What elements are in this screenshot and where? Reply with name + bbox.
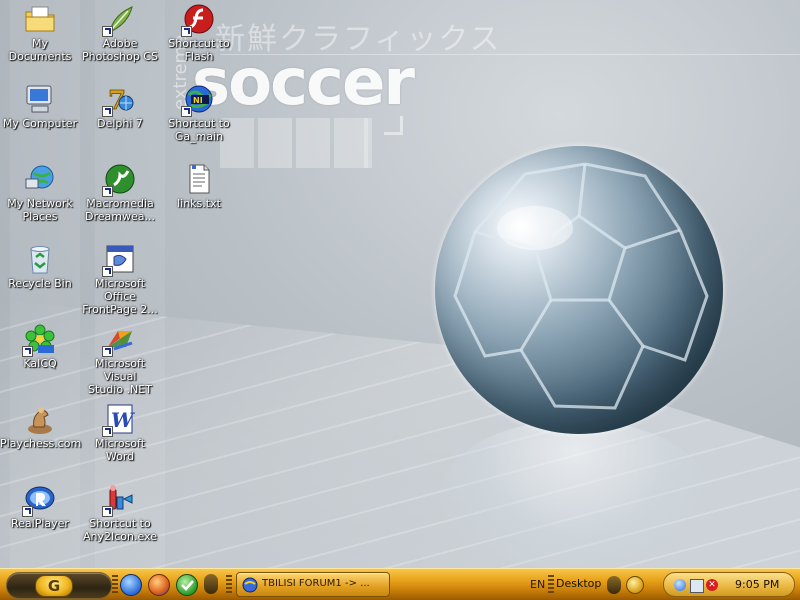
taskbar-button-tbilisi-forum[interactable]: TBILISI FORUM1 -> ...: [236, 572, 390, 597]
desktop-icon-my-computer[interactable]: My Computer: [0, 83, 80, 130]
desktop-icon-my-documents[interactable]: My Documents: [0, 3, 80, 63]
icon-label: Recycle Bin: [8, 277, 72, 290]
tray-network-icon[interactable]: [674, 579, 686, 591]
icon-label: My Computer: [2, 117, 78, 130]
desktop-icon-adobe-photoshop[interactable]: Adobe Photoshop CS: [80, 3, 160, 63]
shortcut-arrow-icon: [102, 26, 113, 37]
shortcut-arrow-icon: [181, 106, 192, 117]
delphi-icon: 7: [102, 83, 136, 117]
toolbar-grip[interactable]: [112, 575, 118, 595]
tray-security-alert-icon[interactable]: ✕: [706, 579, 718, 591]
quicklaunch-show-desktop-icon[interactable]: [120, 574, 142, 596]
wallpaper-block: [334, 118, 368, 168]
desktop-icon-microsoft-word[interactable]: W Microsoft Word: [80, 403, 160, 463]
icon-label: Shortcut to Any2Icon.exe: [82, 517, 157, 543]
icon-label: Shortcut to Flash: [168, 37, 230, 63]
quicklaunch-firefox-icon[interactable]: [148, 574, 170, 596]
photoshop-feather-icon: [102, 3, 136, 37]
browser-window-icon: [242, 577, 258, 593]
network-icon: [24, 163, 56, 195]
dreamweaver-icon: [102, 163, 136, 197]
wallpaper-block: [296, 118, 330, 168]
taskbar: G TBILISI FORUM1 -> ... EN Desktop ✕ 9:0…: [0, 568, 800, 600]
soccer-ball-image: [435, 146, 723, 434]
desktop-icon-any2icon[interactable]: Shortcut to Any2Icon.exe: [80, 483, 160, 543]
desktop-icon-dreamweaver[interactable]: Macromedia Dreamwea...: [80, 163, 160, 223]
chess-knight-icon: [24, 403, 56, 435]
start-button[interactable]: G: [6, 572, 112, 599]
wallpaper-block: [258, 118, 292, 168]
start-orb-icon: G: [35, 575, 73, 597]
icon-label: Playchess.com: [0, 437, 82, 450]
icon-label: Microsoft Office FrontPage 2...: [82, 277, 158, 316]
folder-documents-icon: [24, 3, 56, 35]
flash-icon: [181, 3, 215, 37]
svg-text:NI: NI: [193, 96, 203, 105]
desktop-icon-shortcut-ga-main[interactable]: NI Shortcut to Ga_main: [159, 83, 239, 143]
language-indicator[interactable]: EN: [530, 578, 545, 591]
desktop-icon-visual-studio[interactable]: Microsoft Visual Studio .NET: [80, 323, 160, 396]
icq-flower-icon: [22, 323, 56, 357]
toolbar-chevron-icon[interactable]: [626, 576, 644, 594]
quicklaunch-checkmark-icon[interactable]: [176, 574, 198, 596]
toolbar-grip[interactable]: [226, 575, 232, 595]
ball-reflection: [440, 420, 710, 568]
shortcut-arrow-icon: [102, 266, 113, 277]
icon-label: Shortcut to Ga_main: [168, 117, 230, 143]
quicklaunch-media-icon[interactable]: [204, 574, 218, 594]
desktop-icon-playchess[interactable]: Playchess.com: [0, 403, 82, 450]
tray-volume-icon[interactable]: [690, 579, 704, 593]
shortcut-arrow-icon: [102, 106, 113, 117]
shortcut-arrow-icon: [22, 506, 33, 517]
icon-label: Microsoft Word: [94, 437, 146, 463]
ni-globe-icon: NI: [181, 83, 215, 117]
shortcut-arrow-icon: [102, 506, 113, 517]
desktop-icon-delphi[interactable]: 7 Delphi 7: [80, 83, 160, 130]
desktop-icon-links-txt[interactable]: links.txt: [159, 163, 239, 210]
shortcut-arrow-icon: [22, 346, 33, 357]
word-icon: W: [102, 403, 136, 437]
icon-label: KaICQ: [23, 357, 57, 370]
desktop-icon-my-network-places[interactable]: My Network Places: [0, 163, 80, 223]
desktop[interactable]: 新鮮クラフィックス extreme soccer My Documents My…: [0, 0, 800, 568]
text-file-icon: [183, 163, 215, 195]
shortcut-arrow-icon: [102, 346, 113, 357]
recycle-bin-icon: [24, 243, 56, 275]
toolbar-media-icon[interactable]: [607, 576, 621, 594]
icon-label: Delphi 7: [97, 117, 143, 130]
wallpaper-arrow-icon: [384, 116, 403, 135]
desktop-icon-frontpage[interactable]: Microsoft Office FrontPage 2...: [80, 243, 160, 316]
desktop-icon-realplayer[interactable]: RealPlayer: [0, 483, 80, 530]
shortcut-arrow-icon: [102, 426, 113, 437]
icon-label: Macromedia Dreamwea...: [85, 197, 155, 223]
frontpage-icon: [102, 243, 136, 277]
visual-studio-icon: [102, 323, 136, 357]
icon-label: RealPlayer: [11, 517, 69, 530]
toolbar-grip[interactable]: [548, 575, 554, 595]
icon-label: Adobe Photoshop CS: [82, 37, 158, 63]
desktop-toolbar-label[interactable]: Desktop: [556, 577, 601, 590]
shortcut-arrow-icon: [102, 186, 113, 197]
taskbar-clock[interactable]: 9:05 PM: [735, 578, 779, 591]
any2icon-icon: [102, 483, 136, 517]
taskbar-button-label: TBILISI FORUM1 -> ...: [262, 578, 370, 589]
desktop-icon-kaicq[interactable]: KaICQ: [0, 323, 80, 370]
shortcut-arrow-icon: [181, 26, 192, 37]
icon-label: Microsoft Visual Studio .NET: [88, 357, 152, 396]
icon-label: links.txt: [177, 197, 221, 210]
svg-text:W: W: [111, 408, 136, 432]
realplayer-icon: [22, 483, 56, 517]
desktop-icon-recycle-bin[interactable]: Recycle Bin: [0, 243, 80, 290]
desktop-icon-shortcut-flash[interactable]: Shortcut to Flash: [159, 3, 239, 63]
icon-label: My Documents: [8, 37, 72, 63]
computer-icon: [24, 83, 56, 115]
wallpaper-block: [364, 118, 372, 168]
icon-label: My Network Places: [7, 197, 73, 223]
